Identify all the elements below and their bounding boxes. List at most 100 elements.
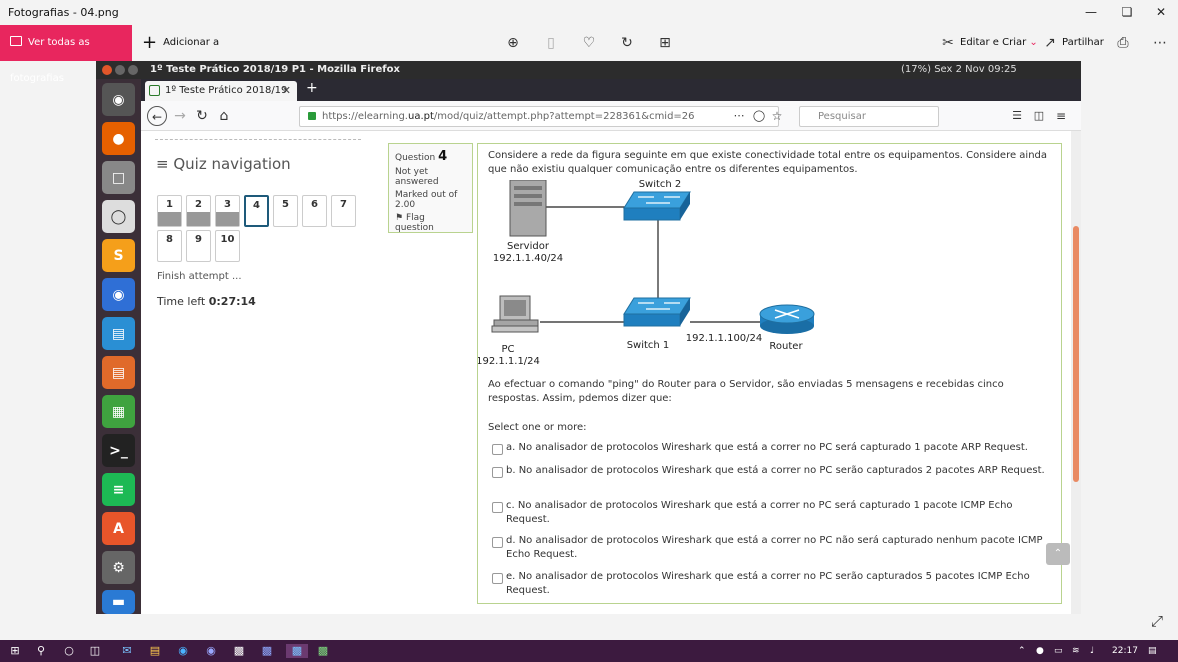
software-center-icon[interactable]: A (102, 512, 135, 545)
firefox-nav-bar: ← → ↻ ⌂ https://elearning.ua.pt/mod/quiz… (141, 101, 1081, 131)
finish-attempt-link[interactable]: Finish attempt ... (157, 271, 242, 282)
writer-icon[interactable]: ▤ (102, 317, 135, 350)
notifications-icon[interactable]: ▤ (1148, 640, 1157, 662)
close-tab-icon[interactable]: ✕ (282, 81, 291, 101)
option-e-label: e. No analisador de protocolos Wireshark… (506, 571, 1030, 596)
server-ip: 192.1.1.40/24 (493, 253, 563, 264)
app-titlebar: Fotografias - 04.png — ❏ ✕ (0, 0, 1178, 25)
tab-quiz[interactable]: 1º Teste Prático 2018/19 ✕ (145, 81, 297, 101)
option-e[interactable]: e. No analisador de protocolos Wireshark… (488, 570, 1053, 598)
firefox-icon[interactable]: ● (102, 122, 135, 155)
reload-button[interactable]: ↻ (193, 106, 211, 126)
quiz-nav-button-9[interactable]: 9 (186, 230, 211, 262)
quiz-nav-button-4[interactable]: 4 (244, 195, 269, 227)
new-tab-icon[interactable]: + (306, 80, 318, 96)
option-d[interactable]: d. No analisador de protocolos Wireshark… (488, 534, 1053, 562)
calc-icon[interactable]: ▦ (102, 395, 135, 428)
add-to-button[interactable]: + Adicionar a (142, 25, 219, 61)
favorite-icon[interactable]: ♡ (579, 33, 599, 53)
7zip-icon[interactable]: ▩ (316, 644, 330, 658)
home-button[interactable]: ⌂ (215, 106, 233, 126)
see-all-photos-button[interactable]: Ver todas as fotografias (0, 25, 132, 84)
battery-icon[interactable]: ▭ (1054, 640, 1063, 662)
search-icon[interactable]: ⚲ (34, 644, 48, 658)
search-app-icon[interactable]: ◯ (102, 200, 135, 233)
share-button[interactable]: Partilhar (1062, 25, 1104, 61)
option-b-checkbox[interactable] (492, 467, 503, 478)
option-e-checkbox[interactable] (492, 573, 503, 584)
tray-chevron-icon[interactable]: ⌃ (1018, 640, 1026, 662)
zoom-icon[interactable]: ⊕ (503, 33, 523, 53)
rotate-icon[interactable]: ↻ (617, 33, 637, 53)
option-c-checkbox[interactable] (492, 502, 503, 513)
spotify-icon[interactable]: ≡ (102, 473, 135, 506)
minimize-button[interactable]: — (1074, 0, 1108, 25)
quiz-nav-number: 8 (166, 234, 173, 245)
trash-icon[interactable]: ▬ (102, 590, 135, 614)
option-c[interactable]: c. No analisador de protocolos Wireshark… (488, 499, 1053, 527)
scroll-to-top-button[interactable]: ⌃ (1046, 543, 1070, 565)
search-input[interactable]: Pesquisar (799, 106, 939, 127)
option-a-checkbox[interactable] (492, 444, 503, 455)
print-icon[interactable]: ⎙ (1113, 33, 1133, 53)
start-icon[interactable]: ⊞ (8, 644, 22, 658)
sublime-icon[interactable]: S (102, 239, 135, 272)
option-a[interactable]: a. No analisador de protocolos Wireshark… (488, 441, 1053, 455)
library-icon[interactable]: ☰ (1009, 106, 1025, 126)
share-icon: ↗ (1044, 35, 1056, 51)
more-icon[interactable]: ⋯ (1150, 33, 1170, 53)
quiz-nav-button-10[interactable]: 10 (215, 230, 240, 262)
close-button[interactable]: ✕ (1144, 0, 1178, 25)
settings-icon[interactable]: ⚙ (102, 551, 135, 584)
photos-taskbar-icon[interactable]: ▩ (286, 644, 308, 658)
crop-icon[interactable]: ⊞ (655, 33, 675, 53)
url-bar[interactable]: https://elearning.ua.pt/mod/quiz/attempt… (299, 106, 779, 127)
delete-icon[interactable]: ▯ (541, 33, 561, 53)
option-d-checkbox[interactable] (492, 537, 503, 548)
divider (155, 139, 361, 140)
virtualbox-icon[interactable]: ▩ (260, 644, 274, 658)
expand-icon[interactable]: ⤢ (1151, 612, 1163, 630)
pocket-icon[interactable]: ◯ (751, 106, 767, 126)
option-c-label: c. No analisador de protocolos Wireshark… (506, 500, 1013, 525)
page-scrollbar[interactable] (1071, 131, 1081, 614)
taskbar-clock[interactable]: 22:17 (1112, 640, 1138, 662)
scroll-thumb[interactable] (1073, 226, 1079, 482)
quiz-nav-button-1[interactable]: 1 (157, 195, 182, 227)
menu-icon[interactable]: ≡ (1053, 106, 1069, 126)
back-button[interactable]: ← (147, 106, 167, 126)
forward-button[interactable]: → (171, 106, 189, 126)
terminal-taskbar-icon[interactable]: ▩ (232, 644, 246, 658)
cortana-icon[interactable]: ○ (62, 644, 76, 658)
quiz-nav-button-3[interactable]: 3 (215, 195, 240, 227)
edge-icon[interactable]: ◉ (176, 644, 190, 658)
files-icon[interactable]: □ (102, 161, 135, 194)
quiz-nav-button-5[interactable]: 5 (273, 195, 298, 227)
quiz-nav-number: 10 (220, 234, 235, 245)
file-explorer-icon[interactable]: ▤ (148, 644, 162, 658)
maximize-button[interactable]: ❏ (1110, 0, 1144, 25)
edit-create-button[interactable]: Editar e Criar ⌄ (960, 25, 1038, 61)
impress-icon[interactable]: ▤ (102, 356, 135, 389)
quiz-nav-button-8[interactable]: 8 (157, 230, 182, 262)
chrome-icon[interactable]: ◉ (102, 278, 135, 311)
page-actions-icon[interactable]: ⋯ (729, 106, 749, 126)
sidebar-icon[interactable]: ◫ (1031, 106, 1047, 126)
flag-question-button[interactable]: ⚑ Flag question (395, 213, 466, 233)
task-view-icon[interactable]: ◫ (88, 644, 102, 658)
microphone-icon[interactable]: ● (1036, 640, 1044, 662)
quiz-nav-button-7[interactable]: 7 (331, 195, 356, 227)
quiz-navigation-heading: ≡ Quiz navigation (156, 155, 291, 173)
bookmark-star-icon[interactable]: ☆ (769, 106, 785, 126)
quiz-nav-button-2[interactable]: 2 (186, 195, 211, 227)
wifi-icon[interactable]: ≋ (1072, 640, 1080, 662)
mail-icon[interactable]: ✉ (120, 644, 134, 658)
dash-icon[interactable]: ◉ (102, 83, 135, 116)
quiz-nav-button-6[interactable]: 6 (302, 195, 327, 227)
eclipse-icon[interactable]: ◉ (204, 644, 218, 658)
terminal-icon[interactable]: >_ (102, 434, 135, 467)
edit-create-icon: ✂ (942, 35, 954, 51)
volume-icon[interactable]: ♩ (1090, 640, 1094, 662)
option-b[interactable]: b. No analisador de protocolos Wireshark… (488, 464, 1053, 478)
marks-value: 2.00 (395, 200, 416, 210)
